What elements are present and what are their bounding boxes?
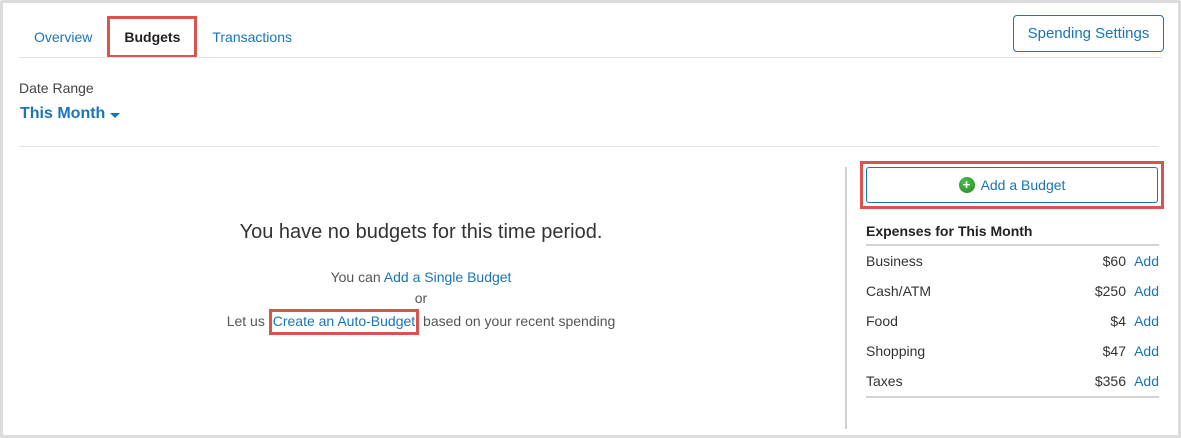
auto-budget-highlight: Create an Auto-Budget <box>268 309 420 335</box>
tab-budgets[interactable]: Budgets <box>107 16 198 58</box>
tab-transactions[interactable]: Transactions <box>197 16 307 58</box>
expenses-title: Expenses for This Month <box>866 223 1033 239</box>
date-range-label: Date Range <box>19 80 94 96</box>
add-budget-button[interactable]: + Add a Budget <box>866 167 1158 203</box>
add-budget-highlight: + Add a Budget <box>860 161 1164 209</box>
empty-state: You have no budgets for this time period… <box>20 220 822 335</box>
expense-amount: $60 <box>1102 253 1126 269</box>
date-range-value: This Month <box>20 105 106 122</box>
expense-row-business: Business $60 Add <box>866 246 1159 276</box>
vertical-divider <box>845 167 847 429</box>
empty-state-title: You have no budgets for this time period… <box>239 221 603 243</box>
create-auto-budget-link[interactable]: Create an Auto-Budget <box>273 313 415 329</box>
expense-row-taxes: Taxes $356 Add <box>866 366 1159 396</box>
single-budget-line: You can Add a Single Budget <box>20 267 822 288</box>
expense-amount: $47 <box>1102 343 1126 359</box>
expense-name: Business <box>866 253 923 269</box>
auto-budget-suffix: based on your recent spending <box>419 313 616 329</box>
or-text: or <box>414 290 428 306</box>
tabs-divider <box>19 57 1162 58</box>
expenses-list: Business $60 Add Cash/ATM $250 Add Food … <box>866 246 1159 396</box>
section-divider <box>19 146 1159 147</box>
expense-name: Taxes <box>866 373 903 389</box>
expense-amount: $356 <box>1094 373 1126 389</box>
expense-row-cash-atm: Cash/ATM $250 Add <box>866 276 1159 306</box>
add-expense-budget-link[interactable]: Add <box>1126 343 1159 359</box>
add-expense-budget-link[interactable]: Add <box>1126 313 1159 329</box>
expense-amount: $4 <box>1110 313 1126 329</box>
add-budget-label: Add a Budget <box>980 177 1066 193</box>
expense-row-food: Food $4 Add <box>866 306 1159 336</box>
add-expense-budget-link[interactable]: Add <box>1126 373 1159 389</box>
expense-row-shopping: Shopping $47 Add <box>866 336 1159 366</box>
expense-name: Shopping <box>866 343 926 359</box>
spending-settings-button[interactable]: Spending Settings <box>1013 15 1164 52</box>
expense-name: Food <box>866 313 898 329</box>
expense-amount: $250 <box>1094 283 1126 299</box>
expenses-footer-rule <box>866 396 1159 398</box>
expense-name: Cash/ATM <box>866 283 932 299</box>
single-budget-prefix: You can <box>330 269 384 285</box>
tab-overview[interactable]: Overview <box>19 16 107 58</box>
auto-budget-line: Let us Create an Auto-Budget based on yo… <box>20 309 822 335</box>
add-expense-budget-link[interactable]: Add <box>1126 283 1159 299</box>
date-range-dropdown[interactable]: This Month <box>20 105 121 123</box>
add-expense-budget-link[interactable]: Add <box>1126 253 1159 269</box>
add-single-budget-link[interactable]: Add a Single Budget <box>384 269 512 285</box>
plus-circle-icon: + <box>958 177 975 193</box>
auto-budget-prefix: Let us <box>226 313 269 329</box>
caret-down-icon <box>110 112 121 118</box>
tab-bar: Overview Budgets Transactions <box>19 16 307 58</box>
